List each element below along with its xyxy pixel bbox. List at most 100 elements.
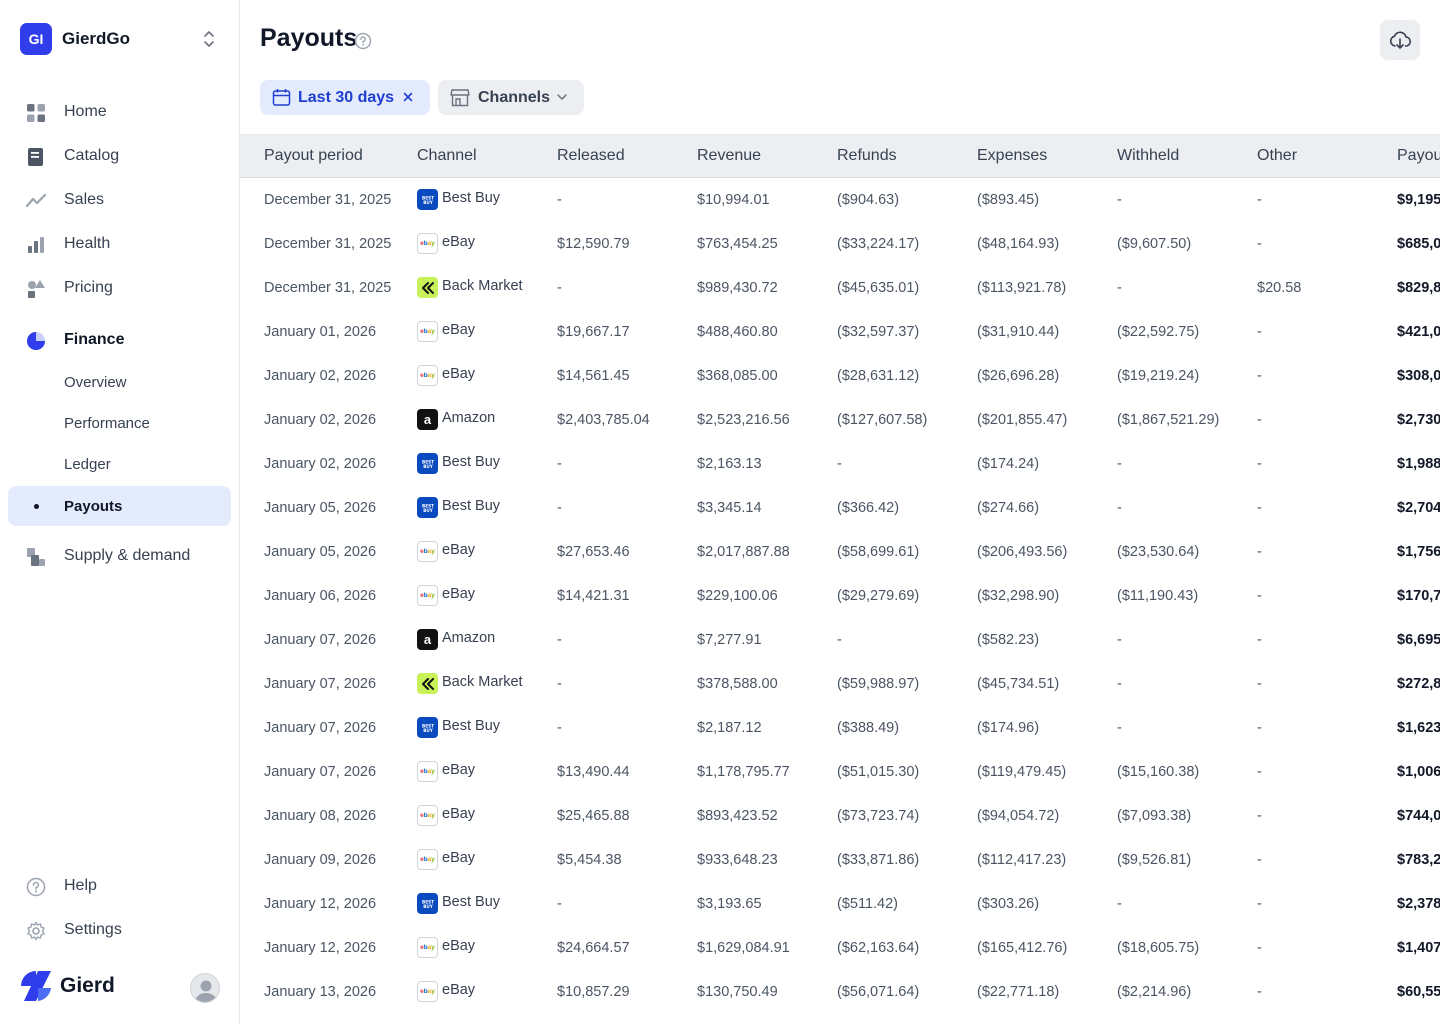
nav-finance-overview[interactable]: Overview bbox=[8, 362, 231, 402]
help-circle-icon[interactable] bbox=[354, 32, 372, 50]
withheld-cell: ($1,867,521.29) bbox=[1117, 411, 1220, 428]
payout-cell: $1,623 bbox=[1397, 719, 1440, 736]
gierd-logo-icon bbox=[21, 971, 51, 1001]
channels-label: Channels bbox=[478, 88, 551, 106]
channel-cell-content: BEST BUY Best Buy bbox=[417, 497, 557, 518]
channel-cell: e b a y eBay bbox=[417, 750, 557, 794]
payout-cell: $421,0 bbox=[1397, 323, 1440, 340]
table-row[interactable]: January 12, 2026 BEST BUY Best Buy - $3,193.6… bbox=[240, 882, 1440, 926]
table-row[interactable]: December 31, 2025 e b a y eBay $12,590.79 $763,… bbox=[240, 222, 1440, 266]
withheld-cell: ($15,160.38) bbox=[1117, 763, 1200, 780]
revenue-cell: $488,460.80 bbox=[697, 323, 778, 340]
period-cell: January 07, 2026 bbox=[264, 631, 377, 648]
withheld-cell: - bbox=[1117, 675, 1122, 692]
nav-catalog[interactable]: Catalog bbox=[8, 136, 231, 176]
other-cell: - bbox=[1257, 323, 1262, 340]
brand-name: Gierd bbox=[60, 974, 115, 997]
payout-cell: $170,7 bbox=[1397, 587, 1440, 604]
table-row[interactable]: January 02, 2026 a Amazon $2,403,785.04 $2,5… bbox=[240, 398, 1440, 442]
period-cell: January 13, 2026 bbox=[264, 983, 377, 1000]
shapes-icon bbox=[28, 280, 45, 298]
channel-cell: BEST BUY Best Buy bbox=[417, 706, 557, 750]
channel-cell-content: BEST BUY Best Buy bbox=[417, 189, 557, 211]
channel-cell-content: Back Market bbox=[417, 277, 557, 298]
table-row[interactable]: January 01, 2026 e b a y eBay $19,667.17 $488,4… bbox=[240, 310, 1440, 354]
svg-text:BUY: BUY bbox=[423, 464, 434, 469]
header-withheld[interactable]: Withheld bbox=[1117, 135, 1257, 178]
nav-sales[interactable]: Sales bbox=[8, 180, 231, 220]
table-row[interactable]: January 02, 2026 BEST BUY Best Buy - $2,163.1… bbox=[240, 442, 1440, 486]
revenue-cell: $763,454.25 bbox=[697, 235, 778, 252]
download-button[interactable] bbox=[1380, 20, 1420, 60]
trend-icon bbox=[26, 193, 46, 208]
header-released[interactable]: Released bbox=[557, 135, 697, 178]
header-payout[interactable]: Payout bbox=[1397, 135, 1440, 178]
nav-settings[interactable]: Settings bbox=[8, 910, 231, 950]
released-cell: - bbox=[557, 895, 562, 912]
backmarket-logo-icon bbox=[417, 673, 438, 694]
nav-finance[interactable]: Finance bbox=[8, 320, 231, 360]
other-cell: - bbox=[1257, 367, 1262, 384]
table-row[interactable]: January 13, 2026 e b a y eBay $10,857.29 $130,7… bbox=[240, 970, 1440, 1014]
nav-supply-demand[interactable]: Supply & demand bbox=[8, 536, 231, 576]
period-cell: January 02, 2026 bbox=[264, 411, 377, 428]
header-channel[interactable]: Channel bbox=[417, 135, 557, 178]
channel-cell-content: e b a y eBay bbox=[417, 541, 557, 562]
nav-finance-payouts[interactable]: Payouts bbox=[8, 486, 231, 526]
nav-ledger-label: Ledger bbox=[64, 455, 111, 473]
ebay-logo-icon: ebay bbox=[417, 761, 438, 782]
table-row[interactable]: January 12, 2026 e b a y eBay $24,664.57 $1,629… bbox=[240, 926, 1440, 970]
table-row[interactable]: December 31, 2025 Back Market - $989,430.72… bbox=[240, 266, 1440, 310]
channel-cell: BEST BUY Best Buy bbox=[417, 178, 557, 222]
ebay-logo-icon: ebay bbox=[417, 981, 438, 1002]
channel-cell-content: e b a y eBay bbox=[417, 761, 557, 782]
header-other[interactable]: Other bbox=[1257, 135, 1397, 178]
table-row[interactable]: December 31, 2025 BEST BUY Best Buy - $10,994… bbox=[240, 178, 1440, 222]
workspace-switcher[interactable]: GI GierdGo bbox=[20, 23, 220, 55]
period-cell: January 06, 2026 bbox=[264, 587, 377, 604]
table-row[interactable]: January 09, 2026 e b a y eBay $5,454.38 $933,64… bbox=[240, 838, 1440, 882]
header-revenue[interactable]: Revenue bbox=[697, 135, 837, 178]
main-content: Payouts Last 30 days Channels Payout per… bbox=[240, 0, 1440, 1024]
table-row[interactable]: January 05, 2026 e b a y eBay $27,653.46 $2,017… bbox=[240, 530, 1440, 574]
other-cell: $20.58 bbox=[1257, 279, 1302, 296]
refunds-cell: ($366.42) bbox=[837, 499, 900, 516]
table-row[interactable]: January 02, 2026 e b a y eBay $14,561.45 $368,0… bbox=[240, 354, 1440, 398]
nav-finance-ledger[interactable]: Ledger bbox=[8, 444, 231, 484]
payout-cell: $1,988 bbox=[1397, 455, 1440, 472]
channel-name: eBay bbox=[442, 761, 476, 778]
table-row[interactable]: January 07, 2026 a Amazon - $7,277.91- ($582.… bbox=[240, 618, 1440, 662]
table-row[interactable]: January 07, 2026 Back Market - $378,588.00 (… bbox=[240, 662, 1440, 706]
header-expenses[interactable]: Expenses bbox=[977, 135, 1117, 178]
expenses-cell: ($94,054.72) bbox=[977, 807, 1060, 824]
nav-home[interactable]: Home bbox=[8, 92, 231, 132]
payout-cell: $783,2 bbox=[1397, 851, 1440, 868]
payout-cell: $308,0 bbox=[1397, 367, 1440, 384]
channels-filter[interactable]: Channels bbox=[438, 80, 584, 115]
nav-health[interactable]: Health bbox=[8, 224, 231, 264]
released-cell: $25,465.88 bbox=[557, 807, 630, 824]
table-row[interactable]: January 08, 2026 e b a y eBay $25,465.88 $893,4… bbox=[240, 794, 1440, 838]
nav-help[interactable]: Help bbox=[8, 866, 231, 906]
svg-text:BUY: BUY bbox=[423, 200, 434, 205]
expenses-cell: ($174.24) bbox=[977, 455, 1040, 472]
nav-finance-performance[interactable]: Performance bbox=[8, 403, 231, 443]
channel-cell-content: e b a y eBay bbox=[417, 585, 557, 606]
header-refunds[interactable]: Refunds bbox=[837, 135, 977, 178]
date-range-filter[interactable]: Last 30 days bbox=[260, 80, 430, 115]
table-row[interactable]: January 05, 2026 BEST BUY Best Buy - $3,345.1… bbox=[240, 486, 1440, 530]
nav-pricing[interactable]: Pricing bbox=[8, 268, 231, 308]
expenses-cell: ($303.26) bbox=[977, 895, 1040, 912]
nav-performance-label: Performance bbox=[64, 414, 150, 432]
table-row[interactable]: January 07, 2026 e b a y eBay $13,490.44 $1,178… bbox=[240, 750, 1440, 794]
channel-cell-content: e b a y eBay bbox=[417, 233, 557, 254]
table-row[interactable]: January 06, 2026 e b a y eBay $14,421.31 $229,1… bbox=[240, 574, 1440, 618]
close-icon[interactable] bbox=[403, 92, 413, 102]
book-icon bbox=[28, 148, 43, 166]
header-payout-period[interactable]: Payout period bbox=[240, 135, 417, 178]
user-avatar[interactable] bbox=[190, 973, 220, 1003]
table-header-row: Payout period Channel Released Revenue Refun… bbox=[240, 134, 1440, 178]
revenue-cell: $229,100.06 bbox=[697, 587, 778, 604]
revenue-cell: $378,588.00 bbox=[697, 675, 778, 692]
table-row[interactable]: January 07, 2026 BEST BUY Best Buy - $2,187.1… bbox=[240, 706, 1440, 750]
